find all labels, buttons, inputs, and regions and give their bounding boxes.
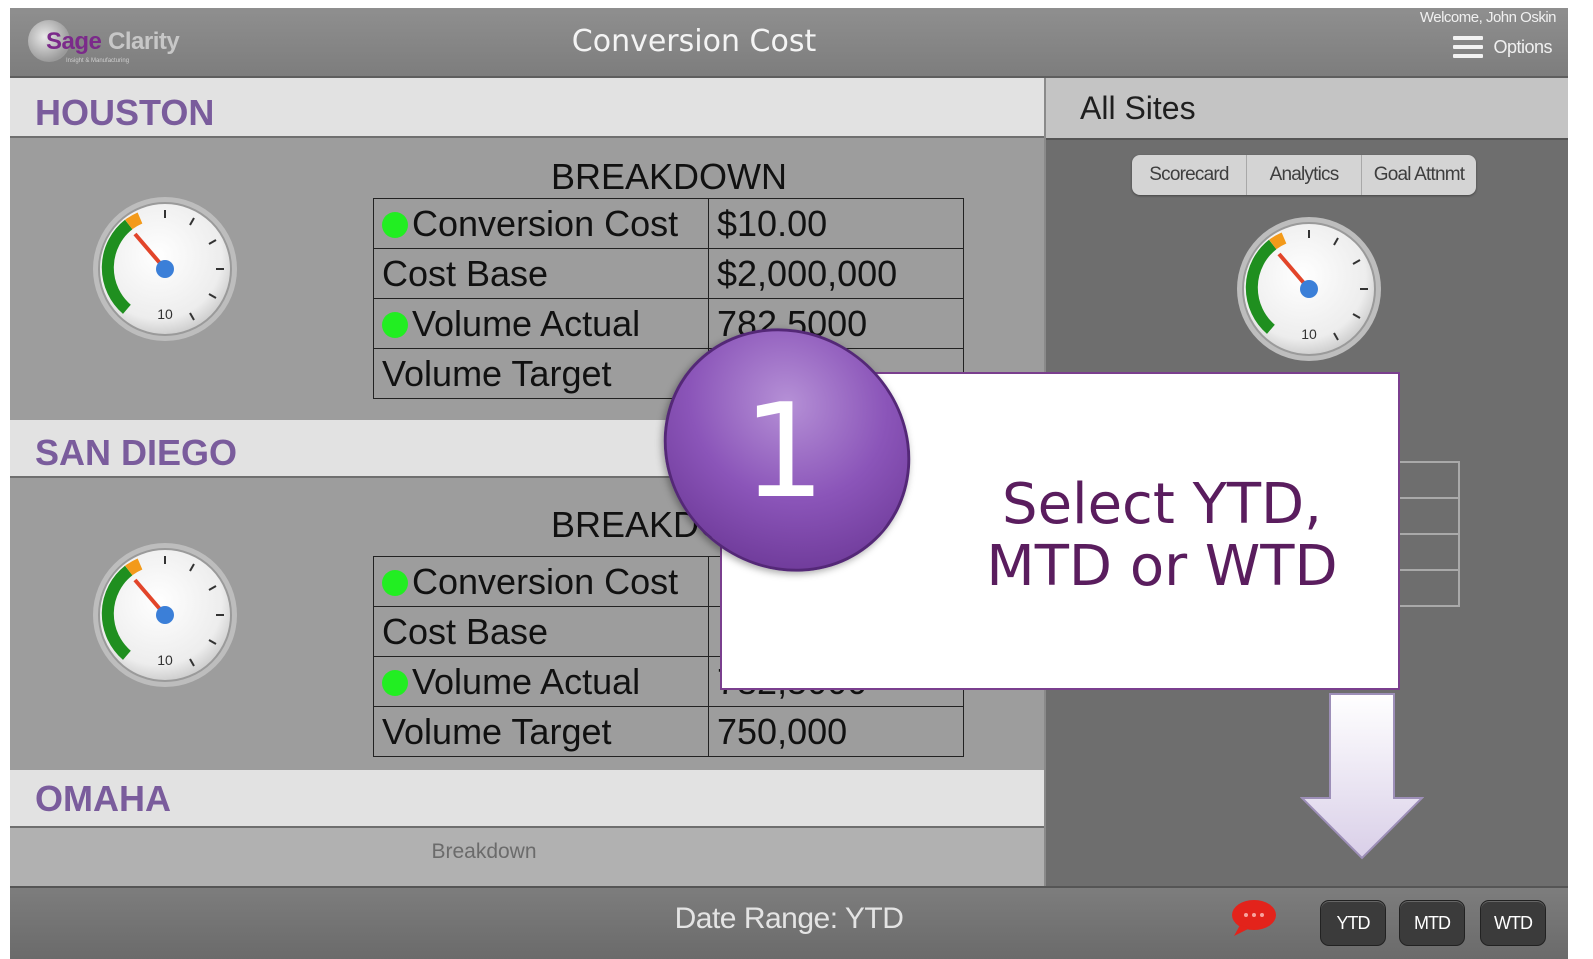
table-row[interactable]: Conversion Cost $10.00 <box>373 198 964 249</box>
top-bar: Sage Clarity Insight & Manufacturing Con… <box>10 8 1568 78</box>
callout-text: Select YTD, MTD or WTD <box>962 474 1362 598</box>
ytd-button[interactable]: YTD <box>1320 900 1386 946</box>
mtd-button[interactable]: MTD <box>1399 900 1465 946</box>
metric-label: Volume Target <box>373 348 709 399</box>
gauge-scale-label: 10 <box>157 652 173 668</box>
gauge-icon[interactable]: 10 <box>90 540 240 690</box>
metric-label: Volume Target <box>373 706 709 757</box>
options-button[interactable]: Options <box>1453 33 1552 61</box>
site-body-omaha: Breakdown <box>10 828 1044 886</box>
tab-scorecard[interactable]: Scorecard <box>1132 155 1247 195</box>
metric-value: $10.00 <box>708 198 964 249</box>
metric-label: Volume Actual <box>412 660 641 702</box>
metric-label: Conversion Cost <box>412 560 679 602</box>
metric-label: Cost Base <box>373 606 709 657</box>
page-title: Conversion Cost <box>571 24 817 59</box>
status-green-dot <box>382 211 408 238</box>
metric-value: 750,000 <box>708 706 964 757</box>
metric-label: Cost Base <box>373 248 709 299</box>
site-header-houston[interactable]: HOUSTON <box>10 78 1044 138</box>
callout-line-2: MTD or WTD <box>986 534 1338 599</box>
breakdown-table: Conversion Cost $10.00 Cost Base $2,000,… <box>373 198 964 399</box>
tab-analytics[interactable]: Analytics <box>1247 155 1362 195</box>
table-row[interactable]: Cost Base $2,000,000 <box>373 248 964 299</box>
site-header-omaha[interactable]: OMAHA <box>10 770 1044 828</box>
down-arrow-icon <box>1299 692 1425 860</box>
site-name: SAN DIEGO <box>35 432 238 473</box>
gauge-icon[interactable]: 10 <box>1234 214 1384 364</box>
breakdown-title: BREAKDOWN <box>550 156 788 197</box>
site-name: OMAHA <box>35 778 171 819</box>
gauge-scale-label: 10 <box>157 306 173 322</box>
wtd-button[interactable]: WTD <box>1480 900 1546 946</box>
status-green-dot <box>382 311 408 338</box>
metric-label: Volume Actual <box>412 302 641 344</box>
chat-bubble-icon[interactable] <box>1230 898 1278 938</box>
step-number: 1 <box>742 375 826 527</box>
gauge-icon[interactable]: 10 <box>90 194 240 344</box>
table-row[interactable]: Volume Target 750,000 <box>373 706 964 757</box>
welcome-text: Welcome, John Oskin <box>1419 9 1557 26</box>
status-green-dot <box>382 669 408 696</box>
metric-label: Conversion Cost <box>412 202 679 244</box>
site-name: HOUSTON <box>35 92 215 133</box>
all-sites-breakdown-table <box>1396 461 1460 607</box>
options-label: Options <box>1493 36 1552 57</box>
all-sites-header: All Sites <box>1046 78 1568 140</box>
callout-line-1: Select YTD, <box>1002 472 1322 537</box>
view-tab-group: Scorecard Analytics Goal Attnmt <box>1132 155 1476 195</box>
all-sites-title: All Sites <box>1080 90 1196 126</box>
status-green-dot <box>382 569 408 596</box>
tab-goal-attainment[interactable]: Goal Attnmt <box>1362 155 1476 195</box>
bottom-bar: Date Range: YTD YTD MTD WTD <box>10 886 1568 959</box>
table-row[interactable]: Volume Actual 782,5000 <box>373 298 964 349</box>
menu-list-icon <box>1453 36 1484 58</box>
metric-value: $2,000,000 <box>708 248 964 299</box>
gauge-scale-label: 10 <box>1301 326 1317 342</box>
breakdown-title: Breakdown <box>431 840 537 863</box>
